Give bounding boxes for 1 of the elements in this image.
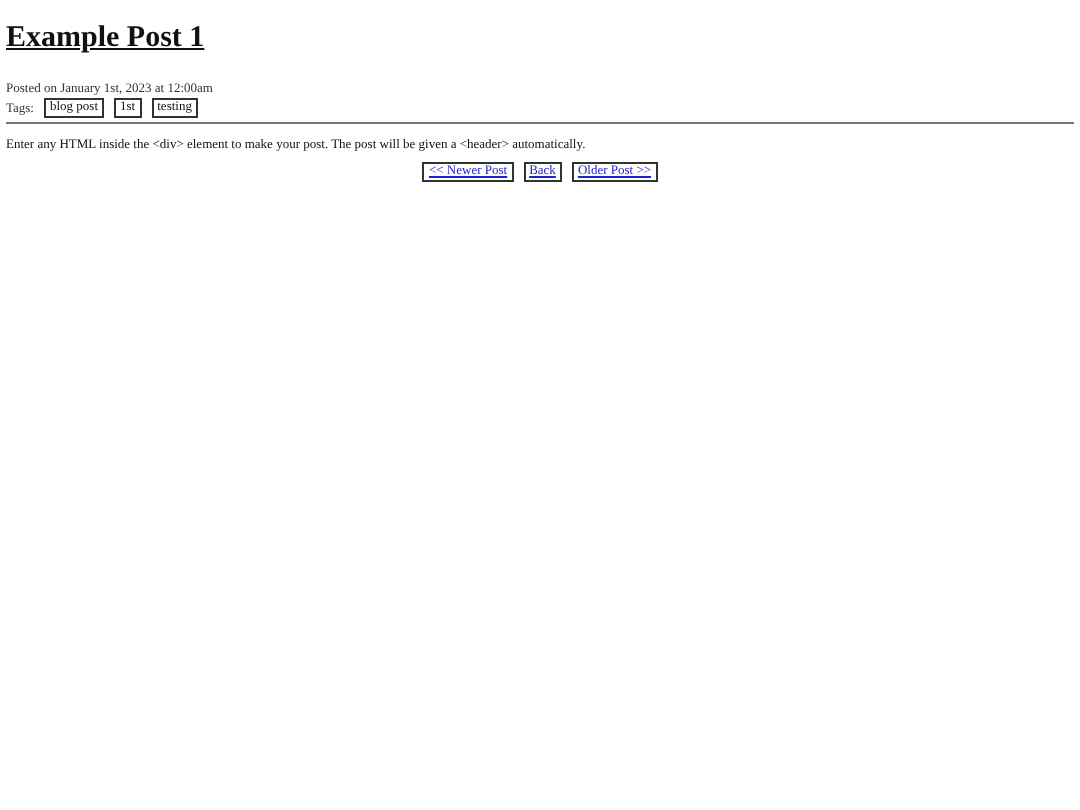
post-title: Example Post 1 xyxy=(6,20,207,56)
